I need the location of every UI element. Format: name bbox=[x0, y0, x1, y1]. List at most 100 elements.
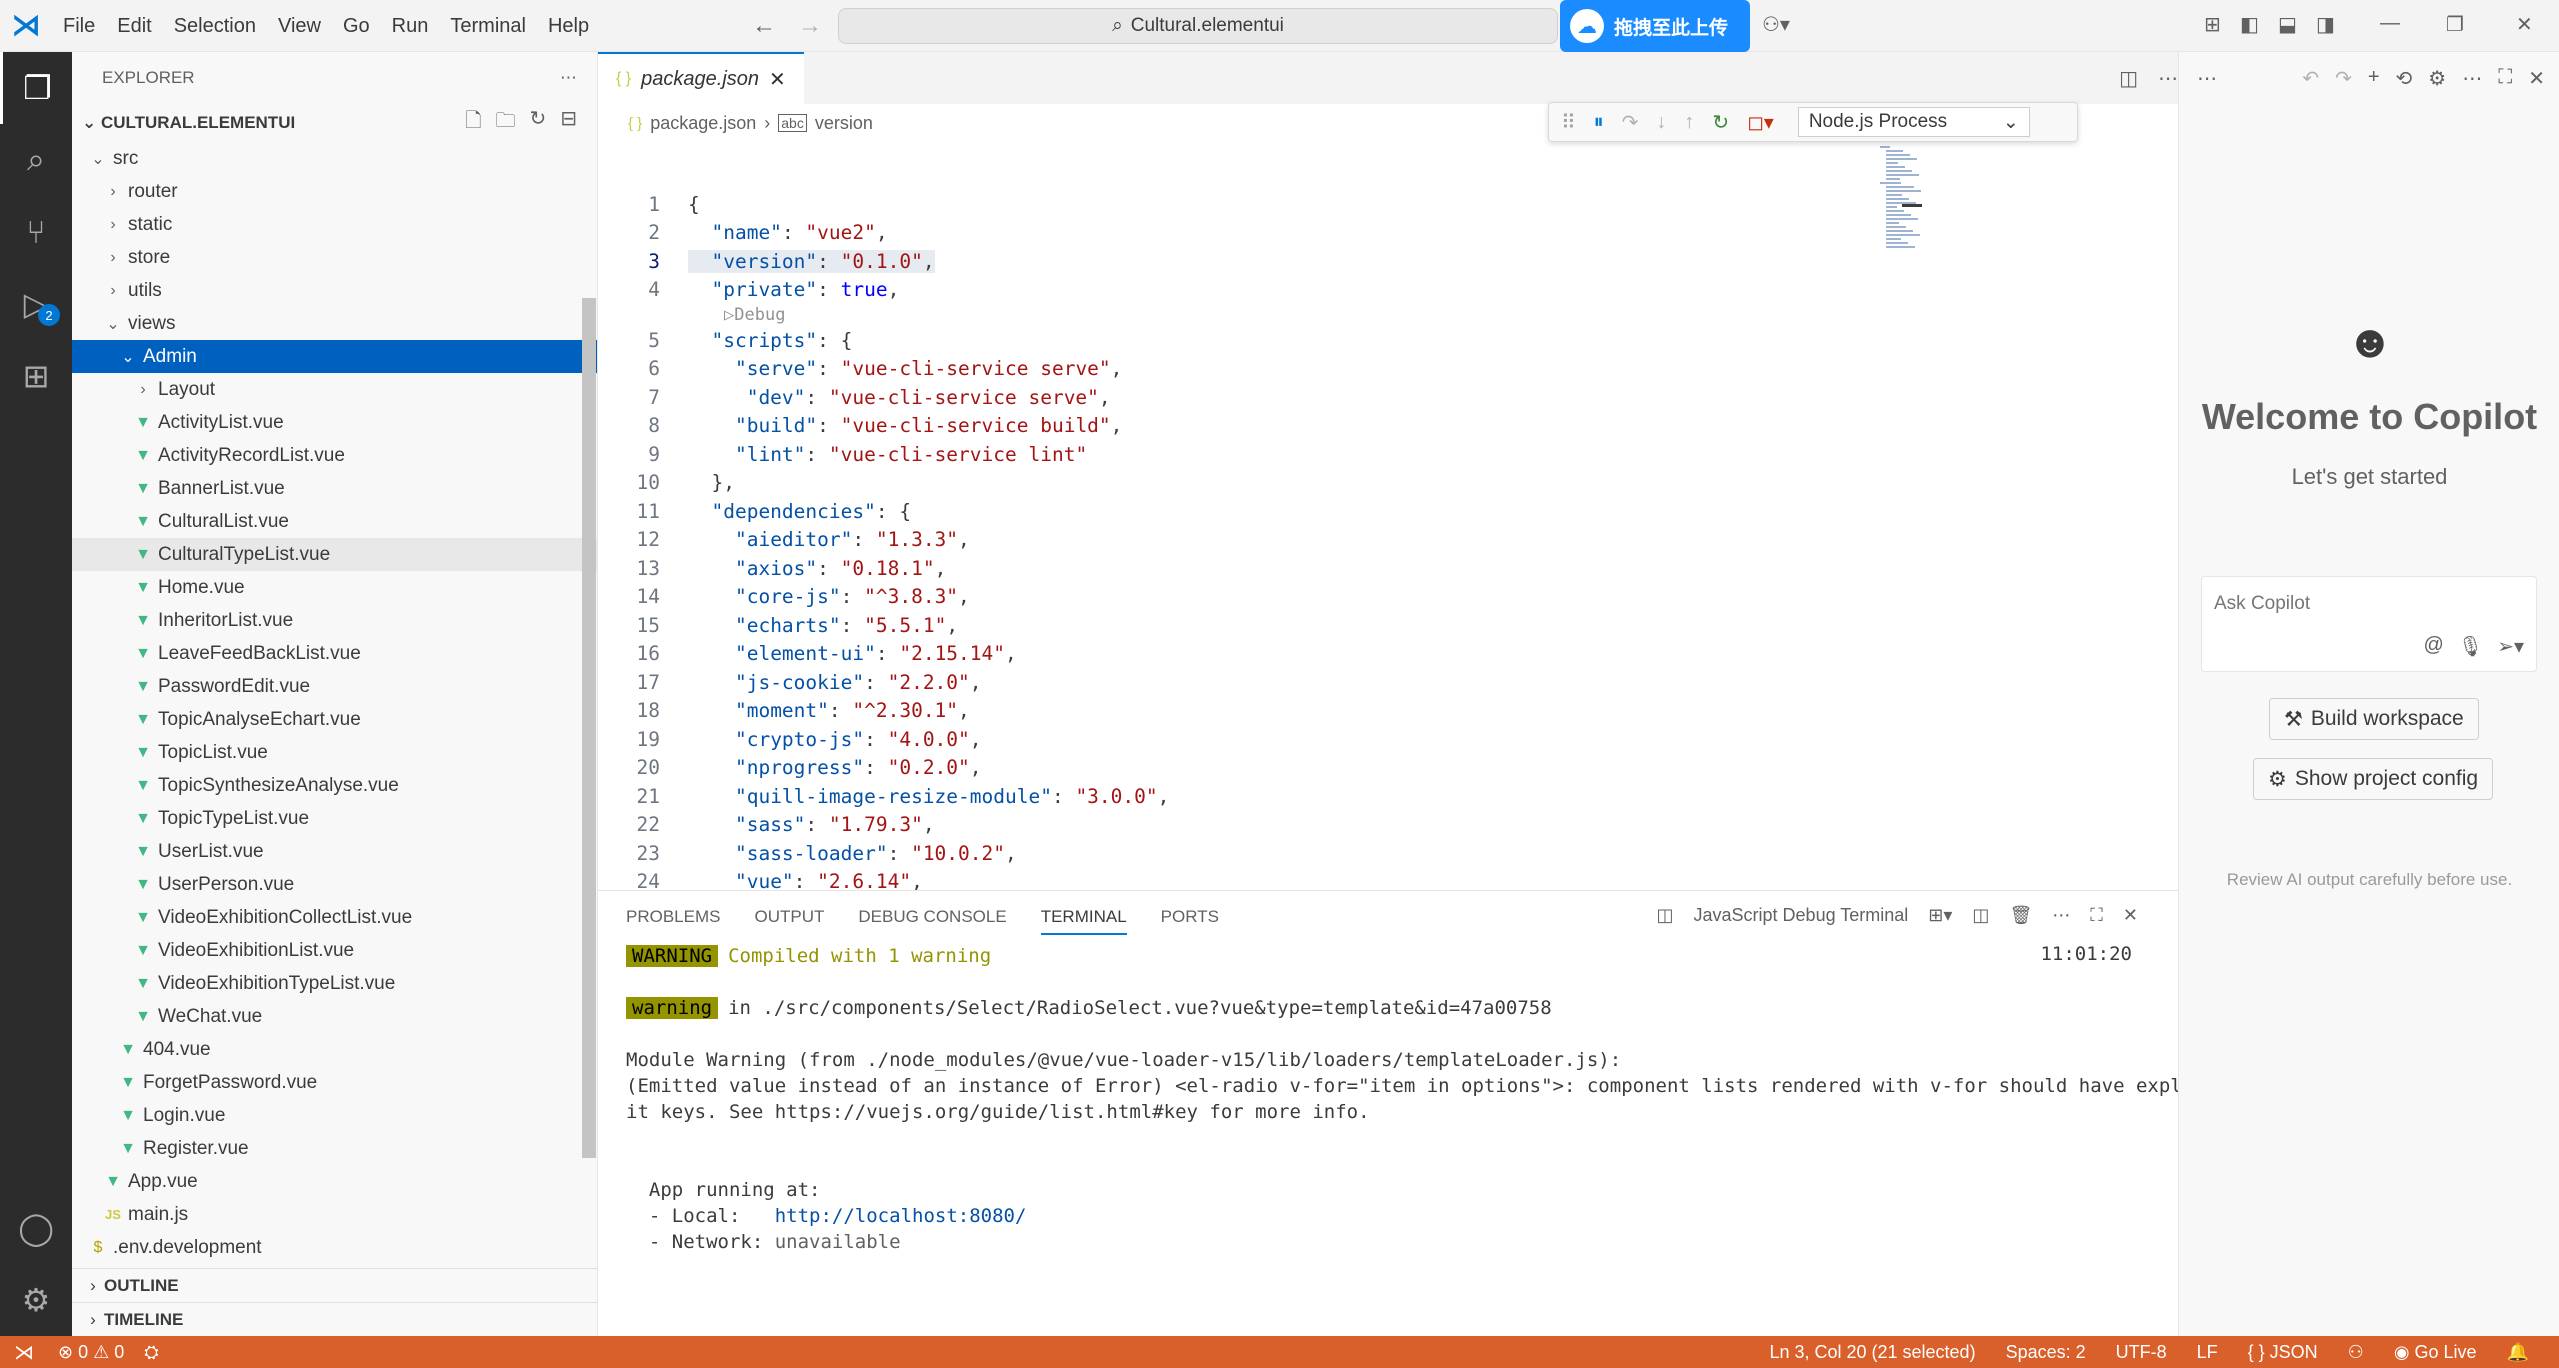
more-actions-icon[interactable]: ⋯ bbox=[560, 68, 577, 88]
command-center-search[interactable]: ⌕ Cultural.elementui bbox=[838, 8, 1558, 44]
tree-item[interactable]: ▼ ActivityList.vue bbox=[72, 406, 597, 439]
new-file-icon[interactable]: 🗋 bbox=[465, 106, 481, 140]
undo-icon[interactable]: ↶ bbox=[2302, 66, 2319, 91]
remote-icon[interactable]: ⋊ bbox=[0, 1336, 48, 1368]
menu-selection[interactable]: Selection bbox=[163, 0, 267, 52]
tree-item[interactable]: ▼ TopicSynthesizeAnalyse.vue bbox=[72, 769, 597, 802]
tab-debug-console[interactable]: DEBUG CONSOLE bbox=[858, 907, 1006, 927]
tree-item[interactable]: ▼ Home.vue bbox=[72, 571, 597, 604]
microphone-icon[interactable]: 🎙 bbox=[2458, 634, 2483, 659]
tree-item[interactable]: › Layout bbox=[72, 373, 597, 406]
debug-status-icon[interactable]: ⛭ bbox=[134, 1342, 168, 1363]
tree-item[interactable]: ▼ UserPerson.vue bbox=[72, 868, 597, 901]
upload-overlay[interactable]: ☁ 拖拽至此上传 bbox=[1560, 0, 1750, 52]
settings-gear-icon[interactable]: ⚙ bbox=[0, 1264, 72, 1336]
copilot-icon[interactable]: ⚇▾ bbox=[1762, 12, 1790, 37]
debug-codelens[interactable]: ▷ Debug bbox=[598, 304, 2178, 326]
more-actions-icon[interactable]: ⋯ bbox=[2158, 66, 2178, 91]
timeline-section[interactable]: › TIMELINE bbox=[72, 1302, 598, 1336]
tree-item[interactable]: $ .env.development bbox=[72, 1231, 597, 1264]
tree-item[interactable]: ▼ WeChat.vue bbox=[72, 1000, 597, 1033]
account-icon[interactable]: ◯ bbox=[0, 1192, 72, 1264]
local-url-link[interactable]: http://localhost:8080/ bbox=[775, 1205, 1027, 1227]
tree-item[interactable]: ▼ VideoExhibitionCollectList.vue bbox=[72, 901, 597, 934]
indentation[interactable]: Spaces: 2 bbox=[1996, 1342, 2096, 1363]
tree-item[interactable]: ▼ 404.vue bbox=[72, 1033, 597, 1066]
end-of-line[interactable]: LF bbox=[2187, 1342, 2228, 1363]
code-editor[interactable]: 1{2 "name": "vue2", 3 "version": "0.1.0",… bbox=[598, 190, 2178, 953]
breadcrumb-file[interactable]: package.json bbox=[650, 113, 756, 134]
go-live-button[interactable]: ◉ Go Live bbox=[2384, 1342, 2487, 1363]
menu-run[interactable]: Run bbox=[381, 0, 440, 52]
tree-item[interactable]: ▼ UserList.vue bbox=[72, 835, 597, 868]
more-actions-icon[interactable]: ⋯ bbox=[2052, 905, 2070, 926]
tree-item[interactable]: ▼ Register.vue bbox=[72, 1132, 597, 1165]
step-out-icon[interactable]: ↑ bbox=[1684, 111, 1694, 134]
new-terminal-split-icon[interactable]: ⊞▾ bbox=[1928, 905, 1952, 926]
tab-ports[interactable]: PORTS bbox=[1161, 907, 1219, 927]
tree-item[interactable]: ▼ VideoExhibitionTypeList.vue bbox=[72, 967, 597, 1000]
breadcrumb-symbol[interactable]: version bbox=[815, 113, 873, 134]
new-folder-icon[interactable]: 🗀 bbox=[495, 106, 515, 140]
copilot-status-icon[interactable]: ⚇ bbox=[2338, 1342, 2374, 1363]
tree-item[interactable]: ⌄ Admin bbox=[72, 340, 597, 373]
tree-item[interactable]: ▼ Login.vue bbox=[72, 1099, 597, 1132]
tab-package-json[interactable]: { } package.json ✕ bbox=[598, 52, 804, 104]
split-terminal-icon[interactable]: ◫ bbox=[1972, 905, 1989, 926]
explorer-icon[interactable]: ❐ bbox=[0, 52, 72, 124]
more-actions-icon[interactable]: ⋯ bbox=[2197, 66, 2217, 91]
tree-item[interactable]: ▼ ForgetPassword.vue bbox=[72, 1066, 597, 1099]
sidebar-scrollbar[interactable] bbox=[582, 298, 596, 1158]
problems-status[interactable]: ⊗ 0 ⚠ 0 bbox=[48, 1342, 134, 1363]
toggle-panel-icon[interactable]: ⬓ bbox=[2278, 12, 2297, 37]
ask-copilot-input[interactable]: Ask Copilot @ 🎙 ➢▾ bbox=[2201, 576, 2537, 672]
step-over-icon[interactable]: ↷ bbox=[1622, 110, 1639, 135]
drag-handle-icon[interactable]: ⠿ bbox=[1561, 110, 1576, 135]
terminal-name[interactable]: JavaScript Debug Terminal bbox=[1694, 905, 1909, 926]
history-icon[interactable]: ⟲ bbox=[2396, 66, 2413, 91]
tree-item[interactable]: ▼ TopicTypeList.vue bbox=[72, 802, 597, 835]
tree-item[interactable]: ▼ CulturalTypeList.vue bbox=[72, 538, 597, 571]
encoding[interactable]: UTF-8 bbox=[2106, 1342, 2177, 1363]
settings-gear-icon[interactable]: ⚙ bbox=[2428, 66, 2446, 91]
menu-file[interactable]: File bbox=[52, 0, 106, 52]
tab-output[interactable]: OUTPUT bbox=[754, 907, 824, 927]
menu-help[interactable]: Help bbox=[537, 0, 600, 52]
layout-customize-icon[interactable]: ⊞ bbox=[2204, 12, 2221, 37]
tree-item[interactable]: ▼ App.vue bbox=[72, 1165, 597, 1198]
outline-section[interactable]: › OUTLINE bbox=[72, 1268, 598, 1302]
menu-view[interactable]: View bbox=[267, 0, 332, 52]
tree-item[interactable]: ▼ PasswordEdit.vue bbox=[72, 670, 597, 703]
tree-item[interactable]: ▼ LeaveFeedBackList.vue bbox=[72, 637, 597, 670]
maximize-icon[interactable]: ⛶ bbox=[2498, 66, 2512, 91]
mention-icon[interactable]: @ bbox=[2424, 634, 2444, 659]
close-window-icon[interactable]: ✕ bbox=[2516, 12, 2533, 37]
maximize-icon[interactable]: ❐ bbox=[2446, 12, 2464, 37]
tree-item[interactable]: ▼ ActivityRecordList.vue bbox=[72, 439, 597, 472]
split-editor-icon[interactable]: ◫ bbox=[2119, 66, 2138, 91]
tree-item[interactable]: ▼ VideoExhibitionList.vue bbox=[72, 934, 597, 967]
minimap[interactable] bbox=[1880, 144, 1921, 314]
close-icon[interactable]: ✕ bbox=[2528, 66, 2545, 91]
menu-go[interactable]: Go bbox=[332, 0, 381, 52]
source-control-icon[interactable]: ⑂ bbox=[0, 196, 72, 268]
redo-icon[interactable]: ↷ bbox=[2335, 66, 2352, 91]
show-project-config-button[interactable]: ⚙ Show project config bbox=[2253, 758, 2494, 800]
close-panel-icon[interactable]: ✕ bbox=[2123, 905, 2138, 926]
tree-item[interactable]: ▼ TopicList.vue bbox=[72, 736, 597, 769]
stop-icon[interactable]: ◻▾ bbox=[1747, 110, 1774, 135]
menu-edit[interactable]: Edit bbox=[106, 0, 162, 52]
refresh-icon[interactable]: ↻ bbox=[529, 106, 546, 140]
tree-item[interactable]: ⌄ src bbox=[72, 142, 597, 175]
tree-item[interactable]: ▼ CulturalList.vue bbox=[72, 505, 597, 538]
tree-item[interactable]: ▼ InheritorList.vue bbox=[72, 604, 597, 637]
debug-target-select[interactable]: Node.js Process ⌄ bbox=[1797, 107, 2030, 137]
maximize-panel-icon[interactable]: ⛶ bbox=[2090, 905, 2103, 926]
minimize-icon[interactable]: — bbox=[2380, 12, 2400, 35]
tree-item[interactable]: ▼ BannerList.vue bbox=[72, 472, 597, 505]
notifications-icon[interactable]: 🔔 bbox=[2497, 1342, 2539, 1363]
terminal-output[interactable]: 11:01:20 WARNING Compiled with 1 warning … bbox=[626, 943, 2205, 1255]
toggle-sidebar-icon[interactable]: ◧ bbox=[2240, 12, 2259, 37]
cursor-position[interactable]: Ln 3, Col 20 (21 selected) bbox=[1759, 1342, 1985, 1363]
tab-problems[interactable]: PROBLEMS bbox=[626, 907, 720, 927]
